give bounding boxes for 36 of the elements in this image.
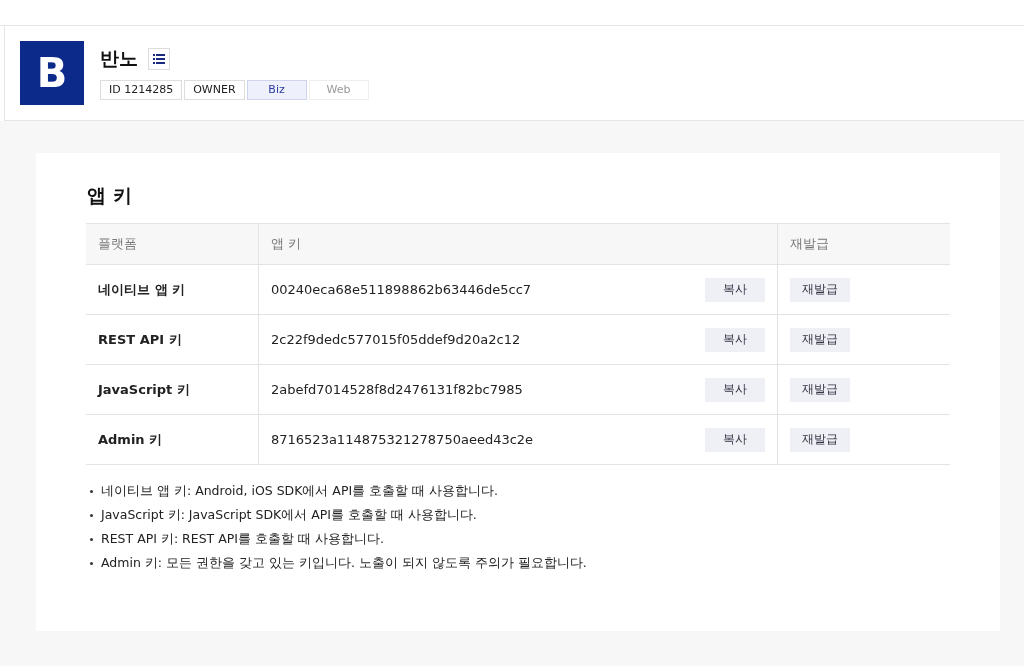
app-tag: Biz (246, 80, 307, 100)
note-text: REST API 키: REST API를 호출할 때 사용합니다. (101, 530, 384, 548)
app-tag: OWNER (184, 80, 245, 100)
note-text: 네이티브 앱 키: Android, iOS SDK에서 API를 호출할 때 사용합니다. (101, 482, 499, 500)
app-key: 2abefd7014528f8d2476131f82bc7985 (271, 382, 523, 397)
copy-button[interactable]: 복사 (705, 427, 765, 452)
note-text: JavaScript 키: JavaScript SDK에서 API를 호출할 때 사용합니다. (101, 506, 477, 524)
reissue-button[interactable]: 재발급 (790, 327, 850, 352)
bullet-icon (90, 489, 93, 493)
copy-button[interactable]: 복사 (705, 277, 765, 302)
section-title: 앱 키 (87, 183, 132, 208)
copy-button[interactable]: 복사 (705, 377, 765, 402)
copy-button[interactable]: 복사 (705, 327, 765, 352)
bullet-icon (90, 513, 93, 517)
platform-name: Admin 키 (98, 431, 163, 447)
bullet-icon (90, 561, 93, 565)
column-header: 재발급 (790, 236, 829, 251)
menu-button[interactable] (148, 48, 170, 70)
app-tag: Web (308, 80, 369, 100)
reissue-button[interactable]: 재발급 (790, 277, 850, 302)
column-header: 앱 키 (271, 236, 302, 251)
app-key: 2c22f9dedc577015f05ddef9d20a2c12 (271, 332, 521, 347)
app-key: 8716523a114875321278750aeed43c2e (271, 432, 534, 447)
app-key: 00240eca68e511898862b63446de5cc7 (271, 282, 532, 297)
reissue-button[interactable]: 재발급 (790, 427, 850, 452)
platform-name: 네이티브 앱 키 (98, 281, 186, 297)
platform-name: JavaScript 키 (98, 381, 190, 397)
bullet-icon (90, 537, 93, 541)
platform-name: REST API 키 (98, 331, 182, 347)
app-tag: ID 1214285 (100, 80, 183, 100)
column-header: 플랫폼 (98, 236, 137, 251)
app-name: 반노 (100, 46, 138, 71)
app-logo: B (20, 41, 84, 105)
menu-icon (153, 54, 165, 64)
note-text: Admin 키: 모든 권한을 갖고 있는 키입니다. 노출이 되지 않도록 주의가 필요합니다. (101, 554, 587, 572)
reissue-button[interactable]: 재발급 (790, 377, 850, 402)
